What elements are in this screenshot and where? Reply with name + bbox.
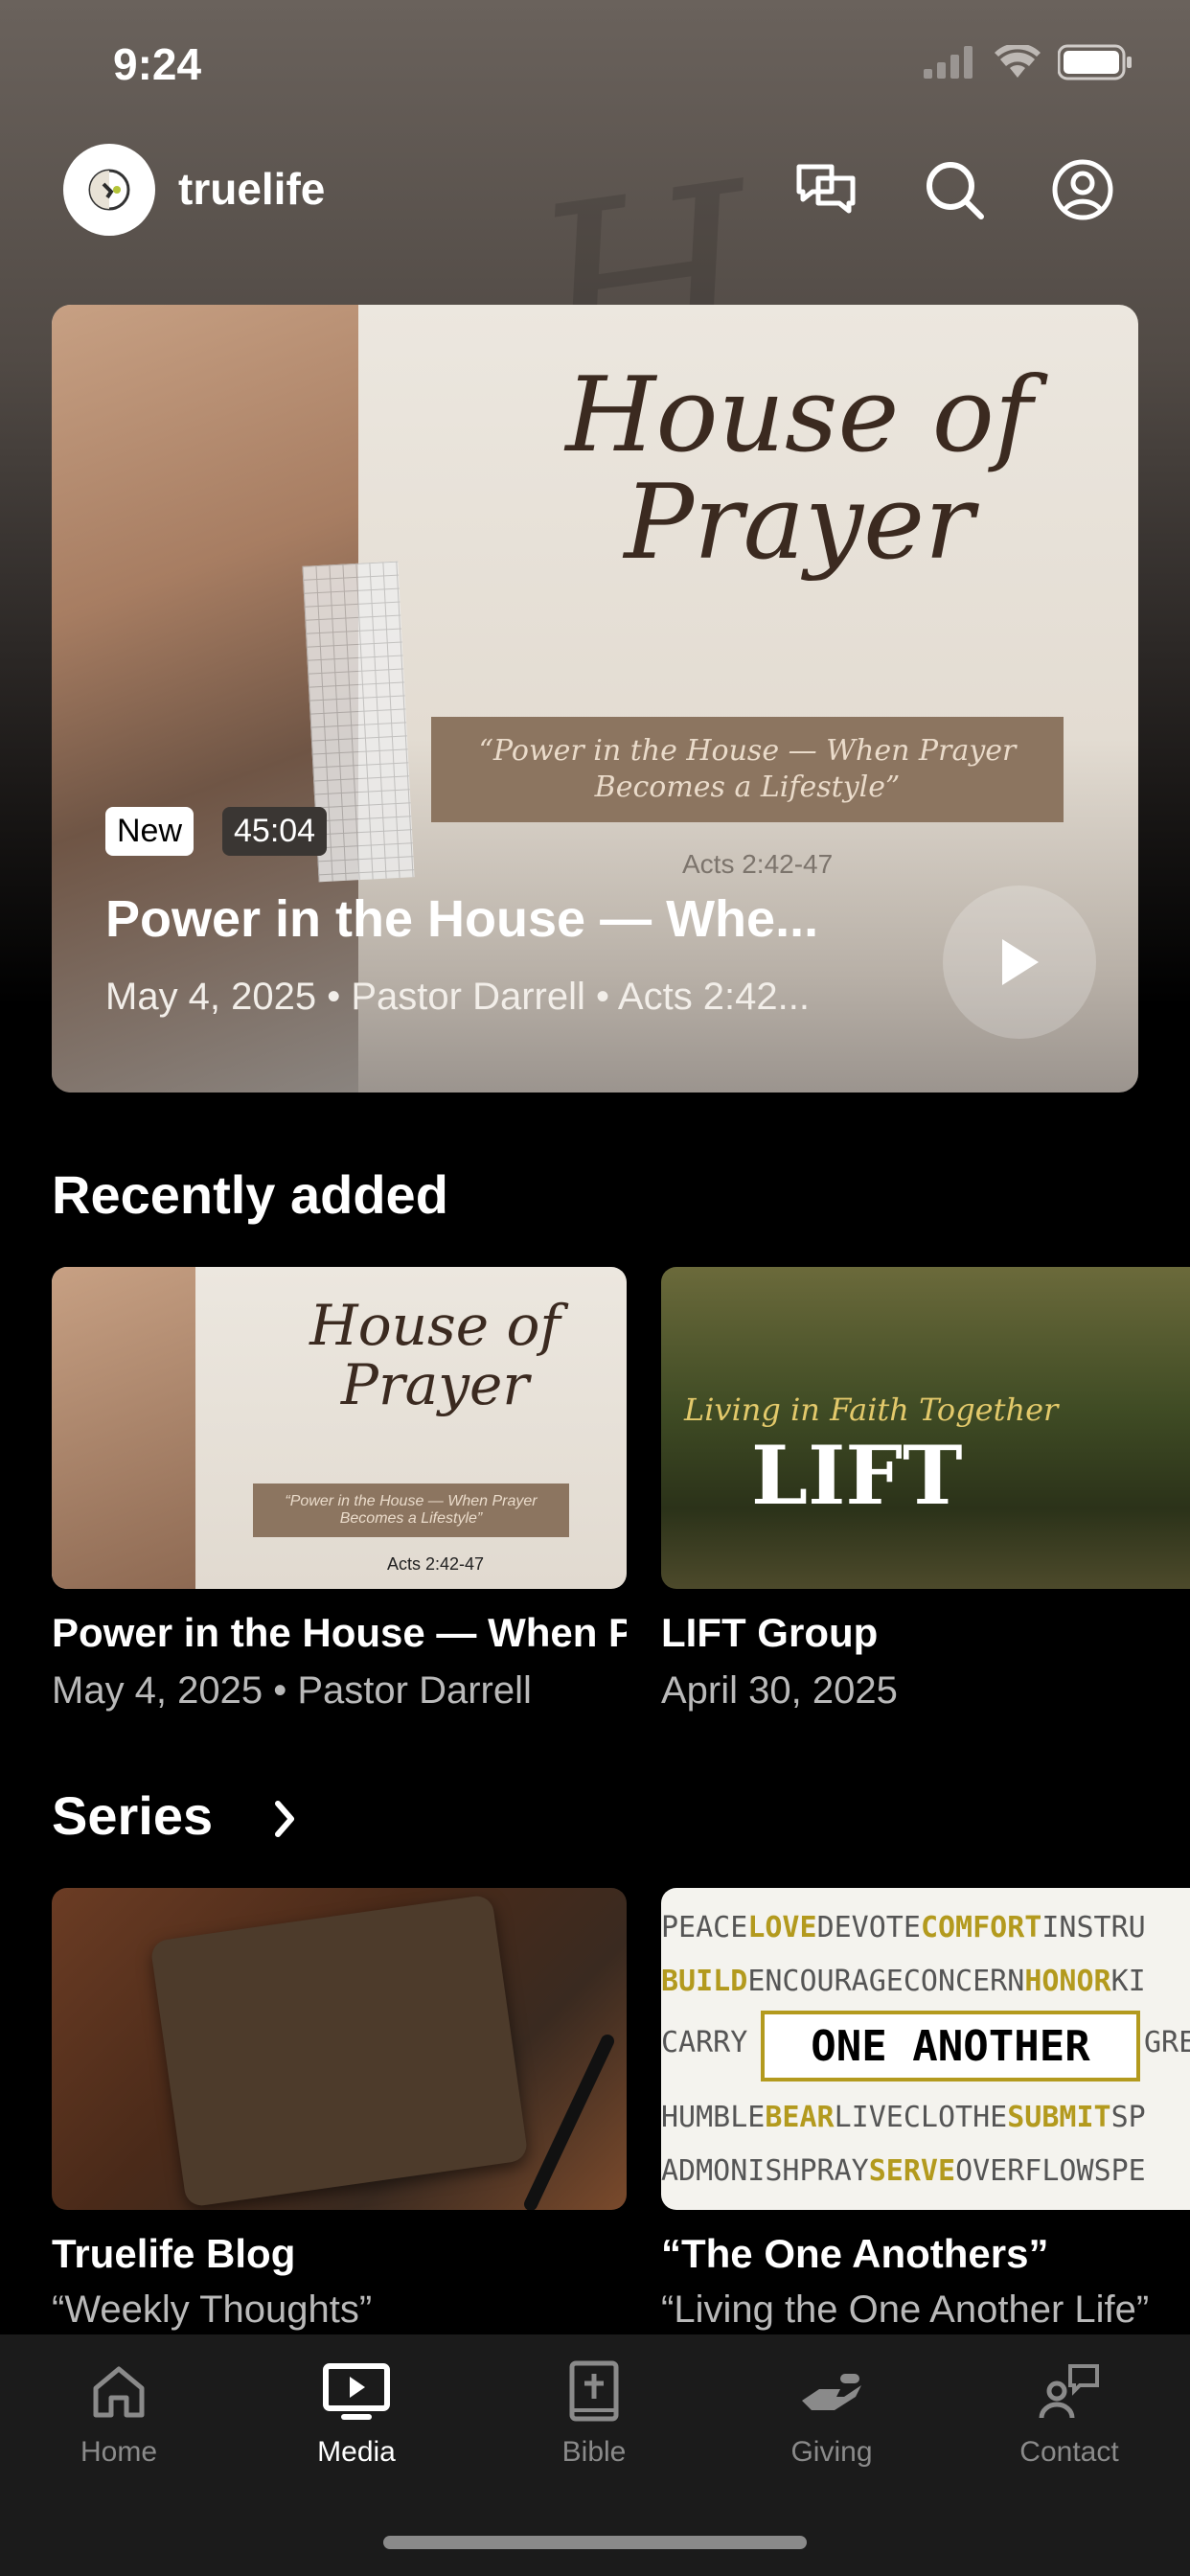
featured-meta: May 4, 2025 • Pastor Darrell • Acts 2:42… [105,976,810,1018]
recent-item-title[interactable]: Power in the House — When P [52,1610,627,1656]
thumbnail-quote: “Power in the House — When Prayer Become… [253,1484,569,1537]
status-icons [924,44,1133,80]
status-time: 9:24 [113,39,202,89]
recent-item-subtitle: May 4, 2025 • Pastor Darrell [52,1669,532,1712]
tab-contact[interactable]: Contact [950,2358,1188,2469]
new-badge: New [105,807,195,856]
tab-home[interactable]: Home [0,2358,238,2469]
word-row: HUMBLEBEARLIVECLOTHESUBMITSP [661,2101,1146,2134]
tab-label: Bible [561,2436,627,2468]
contact-icon [1039,2364,1099,2419]
recently-added-heading: Recently added [52,1164,448,1225]
home-indicator[interactable] [383,2536,807,2549]
recent-item-thumbnail[interactable]: Living in Faith Together LIFT [661,1267,1190,1589]
series-heading[interactable]: Series [52,1784,213,1847]
journal-image [149,1894,529,2208]
brand-name: truelife [178,164,326,214]
chevron-right-icon[interactable] [270,1798,299,1840]
artwork-quote: “Power in the House — When Prayer Become… [431,717,1064,822]
brand-logo[interactable] [63,144,155,236]
tab-giving[interactable]: Giving [713,2358,950,2469]
series-item-thumbnail[interactable]: PEACELOVEDEVOTECOMFORTINSTRU BUILDENCOUR… [661,1888,1190,2210]
thumbnail-reference: Acts 2:42-47 [387,1554,485,1574]
play-button[interactable] [943,886,1096,1039]
home-icon [93,2366,145,2418]
series-item-subtitle: “Living the One Another Life” [661,2288,1150,2331]
pen-icon [524,2035,614,2210]
media-tv-icon [323,2363,390,2420]
chat-icon[interactable] [793,157,858,222]
thumbnail-title: House of Prayer [309,1293,561,1417]
recent-item-subtitle: April 30, 2025 [661,1669,898,1712]
app-header: truelife [63,144,1127,236]
recent-item-title[interactable]: LIFT Group [661,1610,1190,1656]
praying-hands-image [52,1267,195,1589]
artwork-reference: Acts 2:42-47 [682,849,834,879]
bible-icon [569,2360,619,2422]
featured-title: Power in the House — Whe... [105,890,819,948]
recent-item-thumbnail[interactable]: House of Prayer “Power in the House — Wh… [52,1267,627,1589]
play-icon [1002,939,1039,985]
word-row-left: CARRY [661,2026,748,2059]
series-item-title[interactable]: Truelife Blog [52,2231,627,2277]
tab-bible[interactable]: Bible [475,2358,713,2469]
logo-mark-icon [88,169,130,211]
tab-label: Media [317,2436,396,2468]
series-item-title[interactable]: “The One Anothers” [661,2231,1190,2277]
profile-icon[interactable] [1050,157,1115,222]
series-item-subtitle: “Weekly Thoughts” [52,2288,373,2331]
tab-label: Home [80,2436,158,2468]
status-bar: 9:24 [0,0,1190,125]
tab-label: Giving [790,2436,873,2468]
word-row-right: GRE [1144,2026,1190,2059]
wifi-icon [995,45,1041,78]
tab-label: Contact [1019,2436,1119,2468]
featured-sermon-card[interactable]: House of Prayer “Power in the House — Wh… [52,305,1138,1092]
cellular-icon [924,46,973,79]
word-row: BUILDENCOURAGECONCERNHONORKI [661,1965,1146,1998]
search-icon[interactable] [922,157,987,222]
artwork-title: House of Prayer [565,356,1033,583]
duration-badge: 45:04 [222,807,328,856]
thumbnail-title: LIFT [751,1428,963,1523]
giving-hand-icon [802,2374,861,2410]
battery-icon [1058,44,1132,80]
tab-media[interactable]: Media [238,2358,475,2469]
word-row: ADMONISHPRAYSERVEOVERFLOWSPE [661,2154,1146,2188]
thumbnail-subtitle-art: Living in Faith Together [684,1392,1059,1428]
series-item-thumbnail[interactable] [52,1888,627,2210]
one-another-box: ONE ANOTHER [761,2011,1140,2082]
word-row: PEACELOVEDEVOTECOMFORTINSTRU [661,1911,1146,1944]
